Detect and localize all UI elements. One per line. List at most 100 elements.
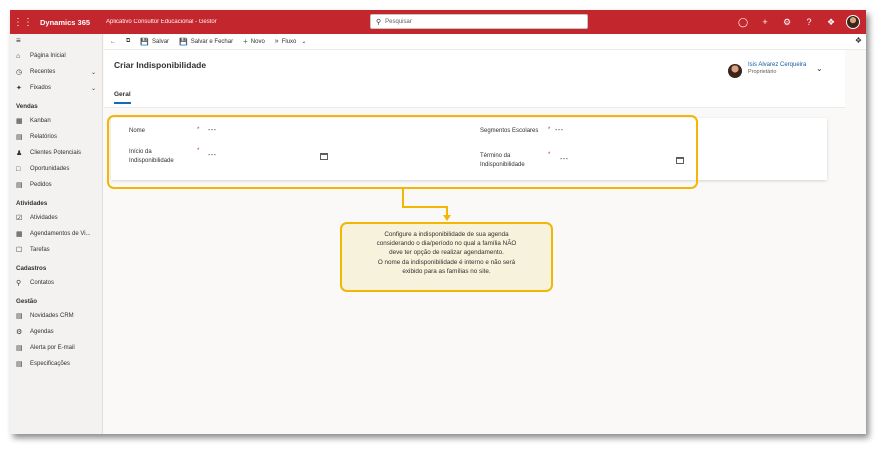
callout-note: Configure a indisponibilidade de sua age… bbox=[340, 222, 553, 292]
sidebar-item-label: Kanban bbox=[30, 118, 51, 124]
group-title-atividades: Atividades bbox=[16, 200, 48, 207]
chevron-down-icon[interactable]: ⌄ bbox=[91, 85, 96, 92]
save-button[interactable]: 💾 Salvar bbox=[140, 38, 169, 46]
sidebar-item-contatos[interactable]: ⚲ Contatos bbox=[10, 275, 102, 291]
highlight-box bbox=[107, 115, 698, 189]
new-button[interactable]: + Novo bbox=[243, 37, 265, 46]
sidebar-item-label: Tarefas bbox=[30, 247, 50, 253]
sidebar-item-label: Relatórios bbox=[30, 134, 58, 140]
sidebar-item-label: Página Inicial bbox=[30, 53, 66, 59]
page-title: Criar Indisponibilidade bbox=[114, 60, 207, 70]
sidebar-item-kanban[interactable]: ▦ Kanban bbox=[10, 113, 102, 129]
callout-line: O nome da indisponibilidade é interno e … bbox=[377, 258, 516, 266]
sidebar-item-home[interactable]: ⌂ Página Inicial bbox=[10, 48, 102, 64]
sidebar-item-label: Recentes bbox=[30, 69, 56, 75]
kanban-icon: ▦ bbox=[16, 118, 23, 125]
command-bar: ← ⧉ 💾 Salvar 💾 Salvar e Fechar + Novo » Flux… bbox=[104, 34, 866, 50]
owner-field[interactable]: Isis Alvarez Cerqueira Proprietário bbox=[728, 62, 806, 78]
top-bar: ⋮⋮ Dynamics 365 Aplicativo Consultor Edu… bbox=[10, 10, 866, 34]
assist-icon[interactable]: ❖ bbox=[820, 17, 842, 28]
new-label: Novo bbox=[250, 38, 265, 45]
assist-panel-icon[interactable]: ❖ bbox=[855, 36, 862, 45]
sidebar-item-novidades[interactable]: ▤ Novidades CRM bbox=[10, 308, 102, 324]
save-close-button[interactable]: 💾 Salvar e Fechar bbox=[179, 38, 233, 46]
callout-line: deve ter opção de realizar agendamento. bbox=[389, 249, 504, 257]
sidebar-item-alerta-email[interactable]: ▤ Alerta por E-mail bbox=[10, 340, 102, 356]
alert-icon: ▤ bbox=[16, 345, 23, 352]
save-close-icon: 💾 bbox=[179, 38, 188, 46]
app-window: ⋮⋮ Dynamics 365 Aplicativo Consultor Edu… bbox=[10, 10, 866, 434]
leads-icon: ♟ bbox=[16, 150, 23, 157]
owner-avatar bbox=[728, 64, 742, 78]
plus-icon: + bbox=[243, 37, 248, 46]
save-close-label: Salvar e Fechar bbox=[190, 38, 234, 45]
sidebar-item-clientes-potenciais[interactable]: ♟ Clientes Potenciais bbox=[10, 145, 102, 161]
save-label: Salvar bbox=[152, 38, 170, 45]
task-icon: ☐ bbox=[16, 247, 23, 254]
brand-name[interactable]: Dynamics 365 bbox=[40, 18, 90, 27]
tab-underline bbox=[114, 102, 131, 104]
order-icon: ▤ bbox=[16, 182, 23, 189]
home-icon: ⌂ bbox=[16, 52, 21, 60]
sidebar-item-pedidos[interactable]: ▤ Pedidos bbox=[10, 177, 102, 193]
news-icon: ▤ bbox=[16, 313, 23, 320]
callout-line: exibido para as famílias no site. bbox=[402, 267, 491, 275]
sidebar-item-label: Alerta por E-mail bbox=[30, 345, 75, 351]
plus-icon[interactable]: + bbox=[754, 17, 776, 27]
sidebar-item-label: Oportunidades bbox=[30, 166, 70, 172]
sidebar: ≡ ⌂ Página Inicial ◷ Recentes ⌄ ✦ Fixado… bbox=[10, 34, 103, 434]
search-placeholder: Pesquisar bbox=[385, 18, 412, 25]
callout-line: Configure a indisponibilidade de sua age… bbox=[384, 231, 509, 238]
sidebar-item-tarefas[interactable]: ☐ Tarefas bbox=[10, 242, 102, 258]
tab-geral[interactable]: Geral bbox=[114, 91, 131, 98]
chevron-down-icon[interactable]: ⌄ bbox=[91, 69, 96, 76]
chevron-down-icon: ⌄ bbox=[301, 39, 307, 45]
sidebar-item-label: Contatos bbox=[30, 280, 55, 286]
group-title-cadastros: Cadastros bbox=[16, 265, 47, 272]
owner-role: Proprietário bbox=[748, 69, 777, 75]
sidebar-item-relatorios[interactable]: ▤ Relatórios bbox=[10, 129, 102, 145]
sidebar-item-especificacoes[interactable]: ▤ Especificações bbox=[10, 356, 102, 372]
sidebar-item-recent[interactable]: ◷ Recentes ⌄ bbox=[10, 64, 102, 80]
agenda-icon: ⚙ bbox=[16, 329, 23, 336]
connector-line bbox=[402, 206, 448, 208]
sidebar-item-label: Agendas bbox=[30, 329, 54, 335]
sidebar-item-label: Especificações bbox=[30, 361, 71, 367]
save-icon: 💾 bbox=[140, 38, 150, 46]
flow-button[interactable]: » Fluxo ⌄ bbox=[275, 38, 307, 45]
hamburger-icon[interactable]: ≡ bbox=[10, 34, 102, 48]
sidebar-item-agendamentos[interactable]: ▦ Agendamentos de Vi... bbox=[10, 226, 102, 242]
gear-icon[interactable]: ⚙ bbox=[776, 17, 798, 28]
lightbulb-icon[interactable]: ◯ bbox=[732, 17, 754, 28]
sidebar-item-oportunidades[interactable]: □ Oportunidades bbox=[10, 161, 102, 177]
sidebar-item-pinned[interactable]: ✦ Fixados ⌄ bbox=[10, 80, 102, 96]
help-icon[interactable]: ? bbox=[798, 17, 820, 27]
form-header: Criar Indisponibilidade Isis Alvarez Cer… bbox=[104, 50, 845, 108]
sidebar-item-agendas[interactable]: ⚙ Agendas bbox=[10, 324, 102, 340]
sidebar-item-atividades[interactable]: ☑ Atividades bbox=[10, 210, 102, 226]
app-launcher-icon[interactable]: ⋮⋮ bbox=[12, 10, 34, 34]
report-icon: ▤ bbox=[16, 134, 23, 141]
group-title-gestao: Gestão bbox=[16, 298, 37, 305]
popout-icon[interactable]: ⧉ bbox=[126, 38, 130, 45]
flow-label: Fluxo bbox=[281, 38, 297, 45]
arrow-down-icon bbox=[443, 215, 451, 221]
owner-name[interactable]: Isis Alvarez Cerqueira bbox=[748, 62, 806, 68]
back-icon[interactable]: ← bbox=[110, 39, 116, 45]
search-icon: ⚲ bbox=[376, 18, 382, 26]
search-input[interactable]: ⚲ Pesquisar bbox=[370, 14, 588, 29]
flow-icon: » bbox=[274, 38, 279, 45]
clock-icon: ◷ bbox=[16, 69, 23, 76]
spec-icon: ▤ bbox=[16, 361, 23, 368]
contact-icon: ⚲ bbox=[16, 280, 22, 287]
app-name[interactable]: Aplicativo Consultor Educacional - Gesto… bbox=[106, 19, 217, 25]
sidebar-item-label: Novidades CRM bbox=[30, 313, 74, 319]
sidebar-item-label: Pedidos bbox=[30, 182, 52, 188]
sidebar-item-label: Atividades bbox=[30, 215, 58, 221]
sidebar-item-label: Clientes Potenciais bbox=[30, 150, 82, 156]
chevron-down-icon[interactable]: ⌄ bbox=[816, 64, 823, 73]
activity-icon: ☑ bbox=[16, 215, 23, 222]
group-title-vendas: Vendas bbox=[16, 103, 38, 110]
user-avatar[interactable] bbox=[846, 15, 860, 29]
callout-line: considerando o dia/período no qual a fam… bbox=[376, 240, 517, 248]
